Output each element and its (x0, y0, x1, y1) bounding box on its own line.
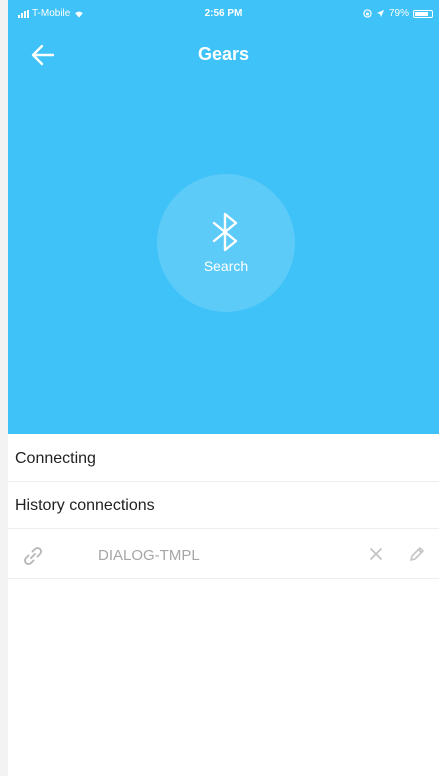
device-name: DIALOG-TMPL (98, 547, 200, 564)
link-icon (24, 547, 42, 565)
page-title: Gears (197, 44, 250, 64)
status-bar: T-Mobile 2:56 PM 79% (8, 0, 439, 22)
search-label: Search (203, 258, 249, 274)
app-screen: T-Mobile 2:56 PM 79% Gears Search Connec… (0, 0, 439, 776)
battery-percent: 79% (388, 8, 409, 19)
status-right: 79% (363, 8, 433, 19)
connecting-label: Connecting (15, 449, 96, 467)
bluetooth-icon (212, 212, 238, 252)
orientation-lock-icon (363, 9, 372, 18)
history-device-row[interactable]: DIALOG-TMPL (8, 531, 439, 579)
pencil-icon[interactable] (408, 545, 426, 563)
section-connecting: Connecting (8, 436, 439, 482)
location-icon (376, 9, 385, 18)
history-label: History connections (15, 496, 155, 514)
close-icon[interactable] (368, 546, 384, 562)
section-history: History connections (8, 483, 439, 529)
search-button[interactable]: Search (157, 174, 295, 312)
battery-icon (413, 9, 433, 18)
header-panel: T-Mobile 2:56 PM 79% Gears Search (8, 0, 439, 434)
